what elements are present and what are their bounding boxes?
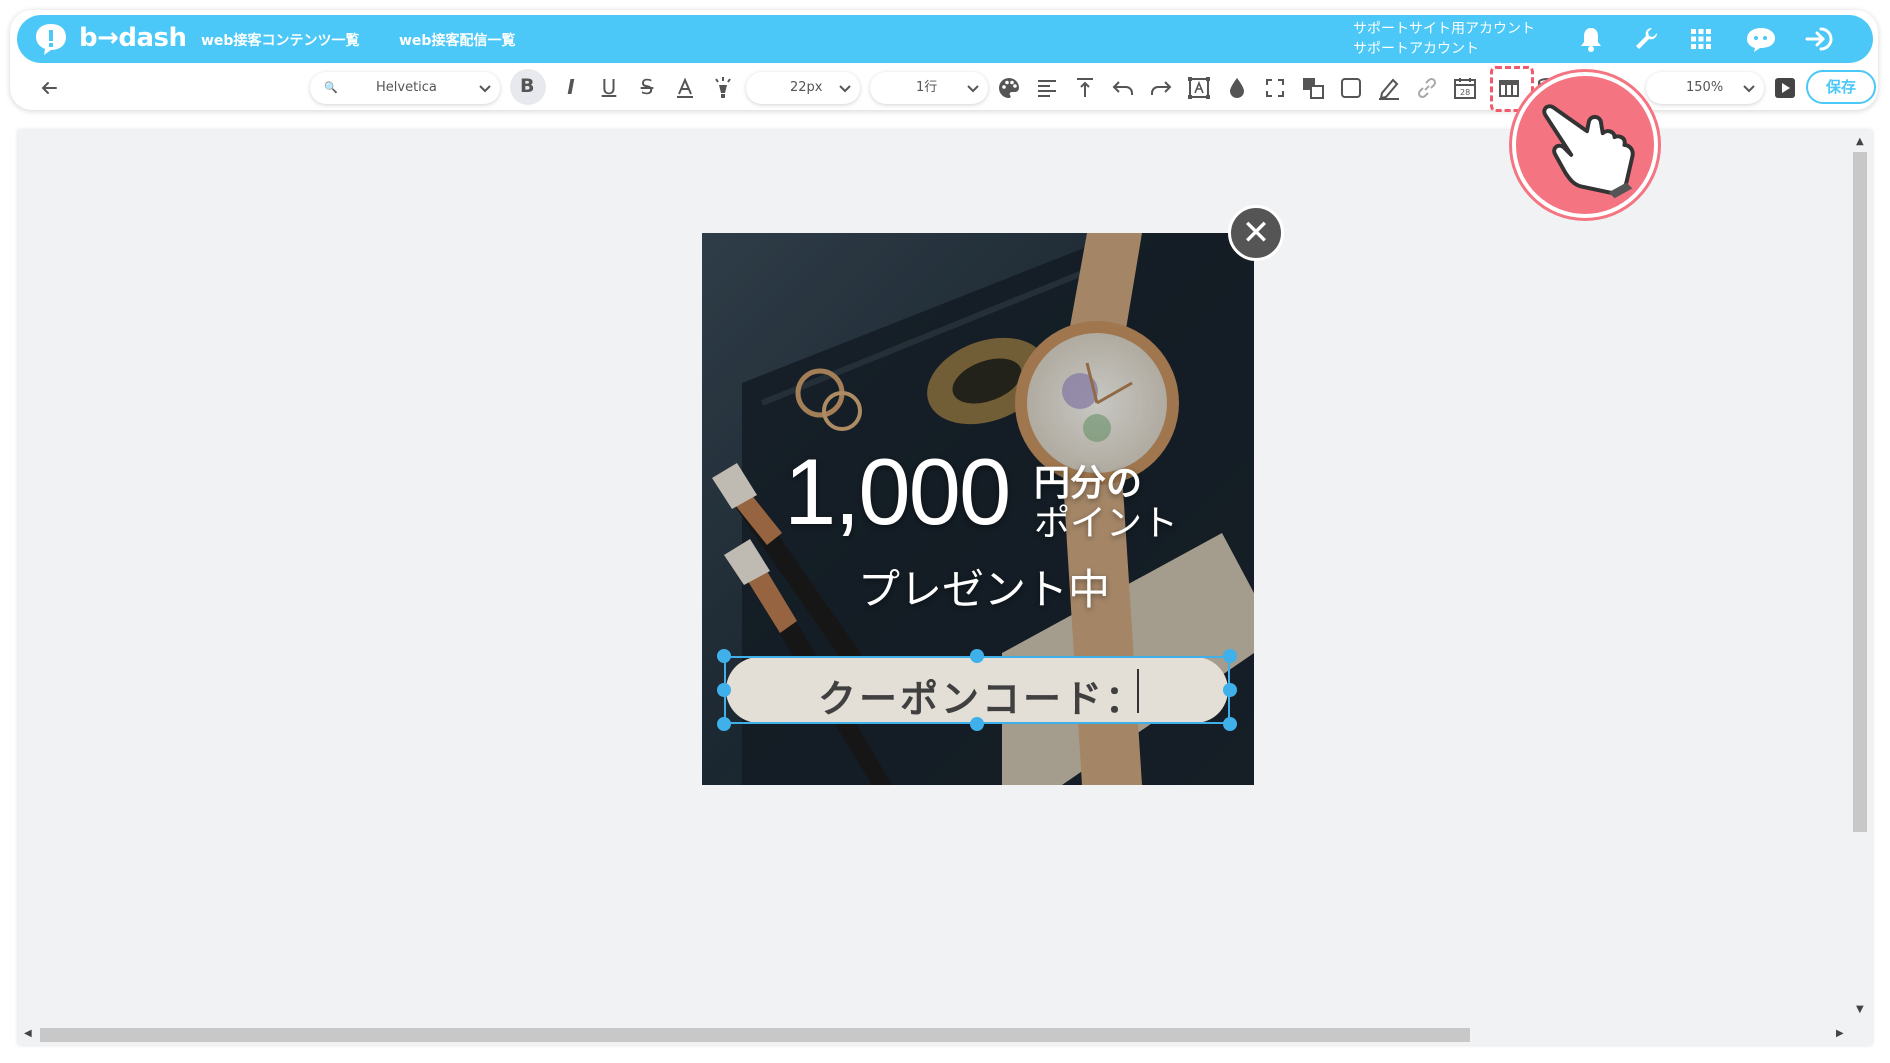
search-icon: 🔍 — [324, 81, 338, 94]
back-arrow-icon[interactable] — [36, 75, 62, 101]
fullscreen-icon[interactable] — [1262, 75, 1288, 101]
wrench-icon[interactable] — [1632, 25, 1660, 53]
chevron-down-icon — [839, 85, 851, 93]
scroll-right-arrow-icon[interactable]: ▶ — [1836, 1028, 1844, 1039]
italic-button[interactable]: I — [558, 75, 584, 101]
horizontal-scrollbar[interactable] — [40, 1028, 1470, 1042]
point-amount-text[interactable]: 1,000 — [784, 438, 1011, 546]
pointer-indicator — [1512, 72, 1658, 218]
svg-text:28: 28 — [1460, 88, 1470, 97]
scroll-up-arrow-icon[interactable]: ▲ — [1856, 136, 1864, 147]
account-user-name: サポートアカウント — [1353, 41, 1479, 57]
underline-button[interactable]: U — [596, 75, 622, 101]
link-icon[interactable] — [1414, 75, 1440, 101]
border-icon[interactable] — [1338, 75, 1364, 101]
chevron-down-icon — [479, 85, 491, 93]
undo-icon[interactable] — [1110, 75, 1136, 101]
logout-icon[interactable] — [1803, 25, 1835, 53]
logo-text[interactable]: b→dash — [79, 23, 187, 53]
resize-handle-top-left[interactable] — [717, 649, 731, 663]
palette-icon[interactable] — [996, 75, 1022, 101]
account-site-name: サポートサイト用アカウント — [1353, 21, 1535, 37]
save-button[interactable]: 保存 — [1806, 70, 1876, 104]
resize-handle-left[interactable] — [717, 683, 731, 697]
logo-icon[interactable] — [33, 21, 69, 57]
calendar-icon[interactable]: 28 — [1452, 75, 1478, 101]
apps-grid-icon[interactable] — [1687, 25, 1715, 53]
account-info[interactable]: サポートサイト用アカウント サポートアカウント — [1353, 19, 1535, 59]
opacity-drop-icon[interactable] — [1224, 75, 1250, 101]
font-size-value: 22px — [790, 80, 823, 95]
scroll-left-arrow-icon[interactable]: ◀ — [24, 1028, 32, 1039]
text-box-icon[interactable] — [1186, 75, 1212, 101]
resize-handle-bottom-right[interactable] — [1223, 717, 1237, 731]
align-left-icon[interactable] — [1034, 75, 1060, 101]
resize-handle-right[interactable] — [1223, 683, 1237, 697]
nav-web-delivery-list[interactable]: web接客配信一覧 — [399, 30, 515, 50]
vertical-align-top-icon[interactable] — [1072, 75, 1098, 101]
zoom-value: 150% — [1686, 80, 1724, 95]
close-icon[interactable]: ✕ — [1228, 205, 1284, 261]
highlight-icon[interactable] — [710, 75, 736, 101]
selection-frame — [724, 656, 1230, 724]
font-family-value: Helvetica — [376, 80, 437, 95]
preview-play-icon[interactable] — [1772, 75, 1798, 101]
chevron-down-icon — [1743, 85, 1755, 93]
resize-handle-top[interactable] — [970, 649, 984, 663]
chevron-down-icon — [967, 85, 979, 93]
header-bar: b→dash web接客コンテンツ一覧 web接客配信一覧 サポートサイト用アカ… — [17, 15, 1873, 63]
support-chat-icon[interactable] — [1745, 25, 1777, 53]
font-size-select[interactable]: 22px — [746, 72, 860, 104]
point-label-text[interactable]: ポイント — [1034, 494, 1178, 546]
bell-icon[interactable] — [1577, 25, 1605, 53]
font-family-select[interactable]: 🔍 Helvetica — [310, 72, 500, 104]
line-height-value: 1行 — [916, 80, 938, 95]
text-color-icon[interactable] — [672, 75, 698, 101]
redo-icon[interactable] — [1148, 75, 1174, 101]
zoom-select[interactable]: 150% — [1646, 72, 1764, 104]
resize-handle-bottom[interactable] — [970, 717, 984, 731]
vertical-scrollbar[interactable] — [1853, 152, 1867, 832]
layer-order-icon[interactable] — [1300, 75, 1326, 101]
resize-handle-bottom-left[interactable] — [717, 717, 731, 731]
pen-icon[interactable] — [1376, 75, 1402, 101]
resize-handle-top-right[interactable] — [1223, 649, 1237, 663]
bold-button[interactable]: B — [510, 69, 546, 105]
line-height-select[interactable]: 1行 — [870, 72, 988, 104]
present-subtitle[interactable]: プレゼント中 — [858, 556, 1110, 617]
nav-web-content-list[interactable]: web接客コンテンツ一覧 — [201, 30, 359, 50]
strikethrough-button[interactable]: S — [634, 75, 660, 101]
scroll-down-arrow-icon[interactable]: ▼ — [1856, 1004, 1864, 1015]
pointing-hand-icon — [1542, 104, 1635, 199]
